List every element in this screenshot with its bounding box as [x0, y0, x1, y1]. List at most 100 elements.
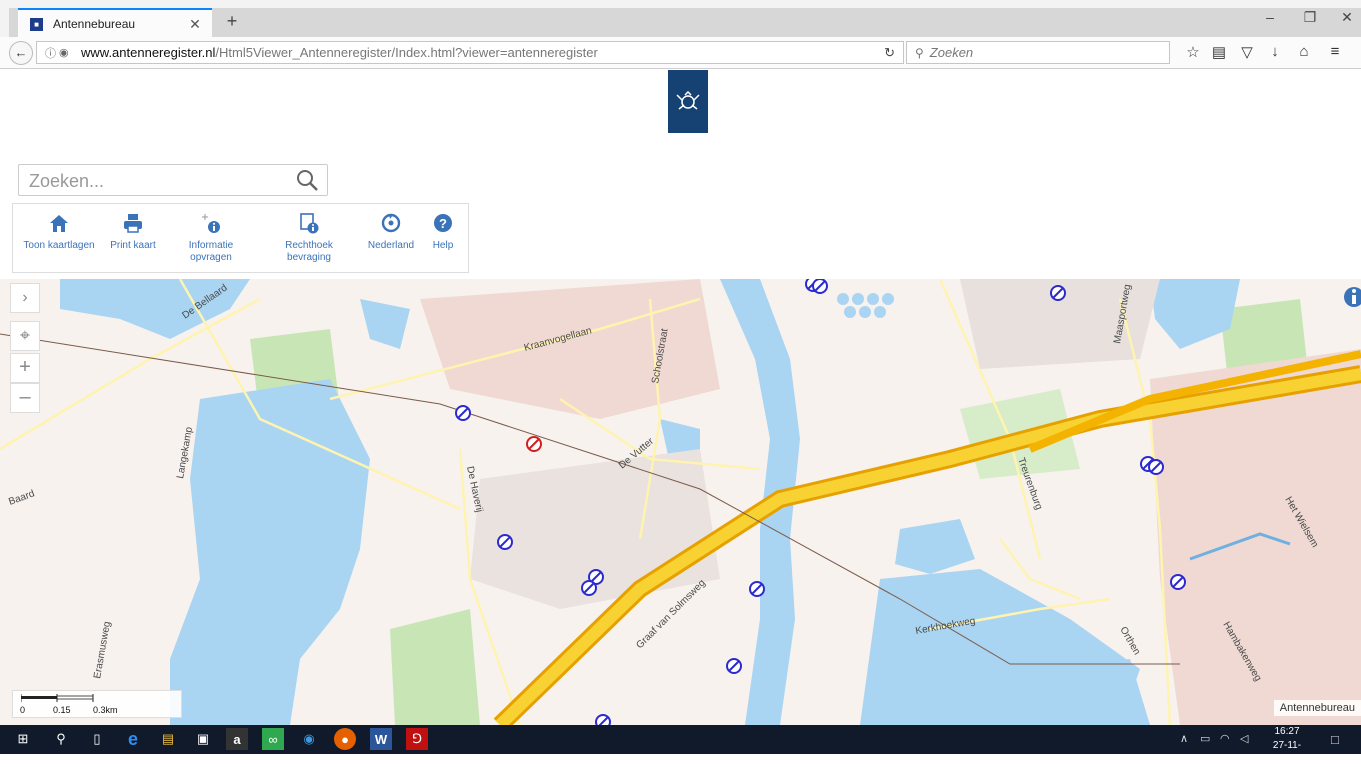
- road-label: Erasmusweg: [92, 621, 113, 680]
- tool-rechthoek-bevraging[interactable]: Rechthoek bevraging: [275, 204, 343, 272]
- antenna-marker[interactable]: [812, 279, 828, 294]
- road-label: Orthen: [1117, 625, 1142, 657]
- reset-icon: [381, 213, 401, 233]
- tab-title: Antennebureau: [53, 17, 136, 31]
- clock-date: 27-11-2016: [1272, 740, 1302, 765]
- search-icon[interactable]: ⚲: [50, 728, 72, 750]
- help-icon: ?: [434, 214, 452, 232]
- scale-tick: 0.15: [53, 705, 71, 715]
- expand-panel-button[interactable]: ›: [10, 283, 40, 313]
- url-domain: www.antenneregister.nl: [81, 45, 216, 60]
- browser-search-placeholder: Zoeken: [929, 45, 974, 60]
- acrobat-icon[interactable]: ⅁: [406, 728, 428, 750]
- search-icon: ⚲: [915, 45, 924, 60]
- reading-list-icon[interactable]: ▤: [1208, 43, 1230, 61]
- zoom-out-button[interactable]: –: [10, 383, 40, 413]
- antenna-marker[interactable]: [455, 405, 471, 421]
- volume-icon[interactable]: ◁: [1240, 732, 1248, 745]
- antenna-marker[interactable]: [749, 581, 765, 597]
- home-browser-icon[interactable]: ⌂: [1293, 43, 1315, 60]
- map-search-input[interactable]: [27, 167, 291, 195]
- tool-informatie-opvragen[interactable]: Informatie opvragen: [179, 204, 243, 272]
- site-info-icon[interactable]: ⓘ: [45, 45, 59, 61]
- map-scale-bar: 0 0.15 0.3km: [12, 690, 182, 718]
- tool-label: Toon kaartlagen: [23, 240, 95, 251]
- app-icon[interactable]: ◉: [298, 728, 320, 750]
- amazon-icon[interactable]: a: [226, 728, 248, 750]
- rijksoverheid-logo: [668, 70, 708, 133]
- pocket-icon[interactable]: ▽: [1236, 43, 1258, 61]
- tray-chevron-icon[interactable]: ∧: [1180, 732, 1188, 745]
- battery-icon[interactable]: ▭: [1200, 732, 1210, 745]
- menu-icon[interactable]: ≡: [1324, 43, 1346, 60]
- notifications-icon[interactable]: □: [1331, 732, 1339, 747]
- antenna-marker-red[interactable]: [526, 436, 542, 452]
- map-attribution: Antennebureau: [1273, 700, 1361, 716]
- windows-start-icon[interactable]: ⊞: [12, 728, 34, 750]
- tool-label: Print kaart: [110, 240, 156, 251]
- printer-icon: [124, 214, 142, 233]
- map-canvas[interactable]: De Bellaard Kraanvogellaan Schoolstraat …: [0, 279, 1361, 725]
- rectangle-info-icon: [300, 213, 319, 234]
- download-icon[interactable]: ↓: [1264, 43, 1286, 60]
- reload-icon[interactable]: ↻: [884, 45, 895, 61]
- wifi-icon[interactable]: ◠: [1220, 732, 1230, 745]
- tool-label: Nederland: [367, 240, 415, 251]
- locate-icon[interactable]: ⌖: [10, 321, 40, 351]
- minimize-icon[interactable]: –: [1255, 9, 1285, 25]
- antenna-marker[interactable]: [595, 714, 611, 725]
- browser-nav-bar: ← ⓘ ◉ www.antenneregister.nl/Html5Viewer…: [0, 37, 1361, 69]
- tab-close-icon[interactable]: ✕: [186, 16, 204, 33]
- antenna-marker[interactable]: [1148, 459, 1164, 475]
- road-label: Baard: [7, 488, 36, 507]
- firefox-icon[interactable]: ●: [334, 728, 356, 750]
- task-view-icon[interactable]: ▯: [86, 728, 108, 750]
- tracking-icon[interactable]: ◉: [59, 46, 73, 59]
- tool-label: Informatie opvragen: [188, 240, 234, 263]
- close-window-icon[interactable]: ✕: [1332, 9, 1361, 26]
- url-path: /Html5Viewer_Antenneregister/Index.html?…: [215, 45, 598, 60]
- scale-tick: 0.3km: [93, 705, 118, 715]
- restore-icon[interactable]: ❐: [1295, 9, 1325, 26]
- store-icon[interactable]: ▣: [192, 728, 214, 750]
- svg-text:?: ?: [439, 216, 447, 231]
- map-viewer[interactable]: De Bellaard Kraanvogellaan Schoolstraat …: [0, 279, 1361, 725]
- antenna-marker[interactable]: [581, 580, 597, 596]
- tool-label: Rechthoek bevraging: [285, 240, 333, 263]
- antenna-marker[interactable]: [726, 658, 742, 674]
- map-toolbar: Toon kaartlagen Print kaart Informatie o…: [12, 203, 469, 273]
- zoom-in-button[interactable]: +: [10, 353, 40, 383]
- browser-search-bar[interactable]: ⚲ Zoeken: [906, 41, 1170, 64]
- new-tab-button[interactable]: +: [222, 11, 242, 32]
- antenna-marker[interactable]: [1050, 285, 1066, 301]
- tool-label: Help: [432, 240, 454, 251]
- tool-toon-kaartlagen[interactable]: Toon kaartlagen: [19, 204, 99, 272]
- clock-time: 16:27: [1274, 726, 1300, 737]
- tripadvisor-icon[interactable]: ∞: [262, 728, 284, 750]
- home-icon: [50, 215, 68, 232]
- scale-tick: 0: [20, 705, 26, 715]
- back-button[interactable]: ←: [9, 41, 33, 65]
- browser-tab-bar: ■ Antennebureau ✕ + – ❐ ✕: [0, 0, 1361, 38]
- word-icon[interactable]: W: [370, 728, 392, 750]
- bookmark-star-icon[interactable]: ☆: [1182, 43, 1204, 61]
- taskbar-clock[interactable]: 16:27 27-11-2016: [1265, 725, 1309, 767]
- site-favicon-icon: ■: [30, 17, 43, 31]
- tool-print-kaart[interactable]: Print kaart: [105, 204, 161, 272]
- map-search-box: [18, 164, 328, 196]
- search-icon[interactable]: [295, 168, 319, 192]
- edge-icon[interactable]: e: [122, 728, 144, 750]
- address-bar[interactable]: ⓘ ◉ www.antenneregister.nl/Html5Viewer_A…: [36, 41, 904, 64]
- coat-of-arms-icon: [676, 90, 700, 110]
- file-explorer-icon[interactable]: ▤: [157, 728, 179, 750]
- windows-taskbar: ⊞ ⚲ ▯ e ▤ ▣ a ∞ ◉ ● W ⅁ ∧ ▭ ◠ ◁ 16:27 27…: [0, 725, 1361, 765]
- browser-tab[interactable]: ■ Antennebureau ✕: [18, 8, 212, 38]
- antenna-marker[interactable]: [497, 534, 513, 550]
- tool-help[interactable]: ? Help: [425, 204, 461, 272]
- info-cursor-icon: [202, 214, 220, 233]
- scale-bar-graphic: [21, 694, 94, 702]
- tool-nederland[interactable]: Nederland: [365, 204, 417, 272]
- url-text: www.antenneregister.nl/Html5Viewer_Anten…: [81, 45, 598, 60]
- antenna-marker[interactable]: [1170, 574, 1186, 590]
- info-panel-icon[interactable]: [1341, 283, 1361, 311]
